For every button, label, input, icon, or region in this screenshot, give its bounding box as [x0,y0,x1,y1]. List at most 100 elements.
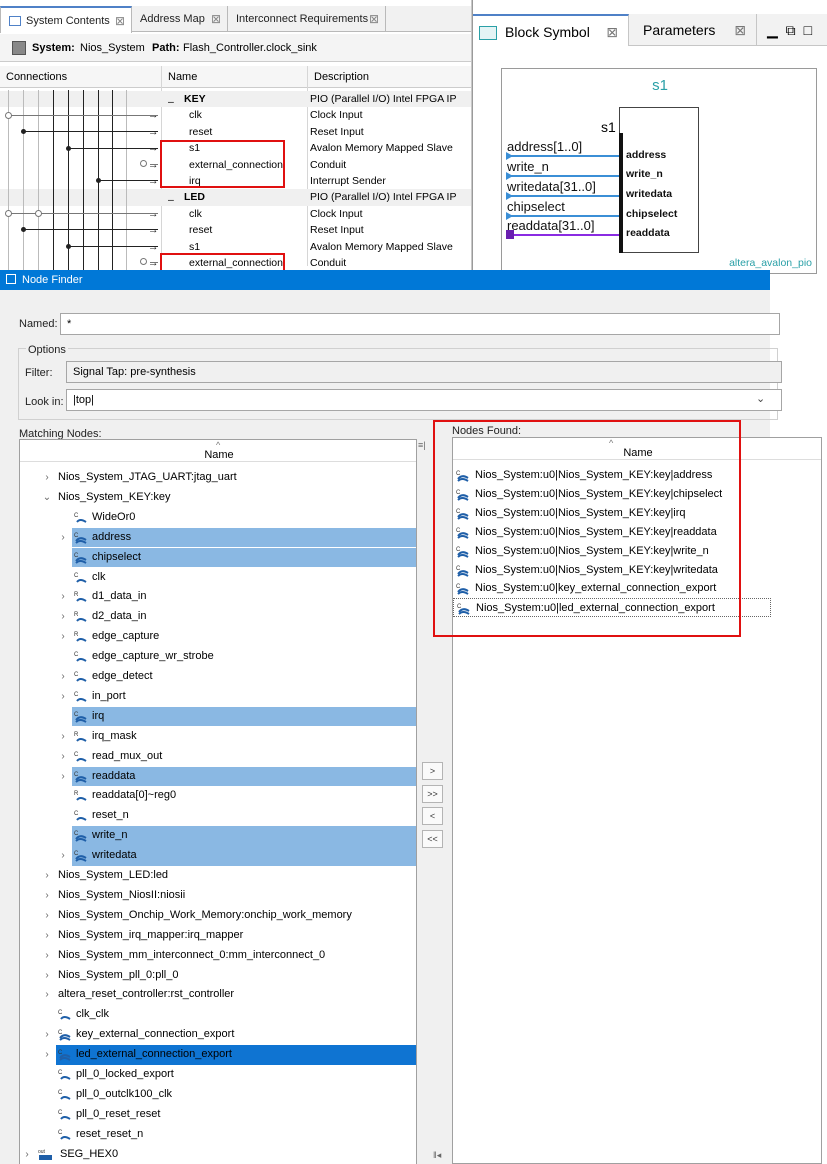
close-icon[interactable]: ⊠ [734,14,746,46]
tree-node[interactable]: Cpll_0_outclk100_clk [20,1085,416,1105]
tree-node[interactable]: › Redge_capture [20,627,416,647]
tree-node[interactable]: › Nios_System_NiosII:niosii [20,886,416,906]
chevron-right-icon[interactable]: › [42,946,52,965]
path-value: Flash_Controller.clock_sink [183,42,317,54]
tree-node[interactable]: › altera_reset_controller:rst_controller [20,985,416,1005]
component-row[interactable]: – LED PIO (Parallel I/O) Intel FPGA IP [0,189,471,206]
system-label: System: [32,42,75,54]
node-finder-titlebar: Node Finder [0,270,770,290]
chevron-right-icon[interactable]: › [42,926,52,945]
tree-node[interactable]: › Nios_System_Onchip_Work_Memory:onchip_w… [20,906,416,926]
tree-node[interactable]: › Cled_external_connection_export [45,1045,416,1065]
sort-icon: ^ [216,440,221,450]
tree-node[interactable]: › Cread_mux_out [20,747,416,767]
tree-name-column[interactable]: ^ Name [20,440,416,462]
remove-all-button[interactable]: << [422,829,443,848]
connections-column[interactable]: Connections [6,66,67,88]
close-icon[interactable]: ⊠ [211,6,221,32]
tree-node[interactable]: › Rd2_data_in [20,607,416,627]
chevron-right-icon[interactable]: › [58,727,68,746]
system-contents-icon [9,16,21,27]
named-input[interactable]: * [60,313,780,335]
system-path-bar: System: Nios_System Path: Flash_Controll… [0,34,471,62]
chevron-right-icon[interactable]: › [58,767,68,786]
tree-node[interactable]: › Ckey_external_connection_export [20,1025,416,1045]
description-column[interactable]: Description [314,66,369,88]
tree-node[interactable]: › Rirq_mask [20,727,416,747]
chevron-right-icon[interactable]: › [42,866,52,885]
chevron-right-icon[interactable]: › [22,1145,32,1164]
tree-node-label: reset_reset_n [76,1127,144,1140]
tab-parameters[interactable]: Parameters ⊠ [629,14,757,46]
tree-node[interactable]: Cpll_0_locked_export [20,1065,416,1085]
close-icon[interactable]: ⊠ [115,8,125,34]
add-selected-button[interactable]: > [422,762,443,780]
tree-node[interactable]: › Rd1_data_in [20,587,416,607]
chevron-right-icon[interactable]: › [42,985,52,1004]
restore-icon[interactable]: ⧉ [786,22,796,38]
tab-address-map[interactable]: Address Map ⊠ [132,6,228,32]
tree-node[interactable]: › Cin_port [20,687,416,707]
tree-node[interactable]: Cpll_0_reset_reset [20,1105,416,1125]
interface-row[interactable]: → reset Reset Input [0,222,471,238]
tree-node[interactable]: › out SEG_HEX0 [20,1145,416,1164]
tree-node[interactable]: Creset_reset_n [20,1125,416,1145]
tree-node[interactable]: Rreaddata[0]~reg0 [20,786,416,806]
tree-node[interactable]: Creset_n [20,806,416,826]
chevron-right-icon[interactable]: › [42,886,52,905]
tree-node[interactable]: Cchipselect [72,547,416,568]
remove-selected-button[interactable]: < [422,807,443,825]
chevron-right-icon[interactable]: › [58,667,68,686]
chevron-down-icon[interactable]: ⌄ [42,488,52,507]
close-icon[interactable]: ⊠ [369,6,379,32]
row-description: Conduit [310,158,347,171]
tree-node[interactable]: › Cwritedata [61,846,416,866]
tab-block-symbol[interactable]: Block Symbol ⊠ [473,14,629,46]
chevron-right-icon[interactable]: › [42,468,52,487]
tree-node[interactable]: › Nios_System_JTAG_UART:jtag_uart [20,468,416,488]
close-icon[interactable]: ⊠ [606,16,618,48]
tree-node[interactable]: C WideOr0 [20,508,416,528]
tree-node[interactable]: Cclk [20,568,416,588]
chevron-right-icon[interactable]: › [58,528,68,547]
tab-interconnect-requirements[interactable]: Interconnect Requirements ⊠ [228,6,386,32]
chevron-right-icon[interactable]: › [42,966,52,985]
chevron-right-icon[interactable]: › [58,846,68,865]
maximize-icon[interactable]: □ [804,22,812,38]
chevron-right-icon[interactable]: › [58,687,68,706]
component-row[interactable]: – KEY PIO (Parallel I/O) Intel FPGA IP [0,91,471,108]
tree-node[interactable]: Cclk_clk [20,1005,416,1025]
tree-node[interactable]: ⌄ Nios_System_KEY:key [20,488,416,508]
name-column[interactable]: Name [168,66,197,88]
tree-node-label: chipselect [92,550,141,563]
tree-node[interactable]: Cedge_capture_wr_strobe [20,647,416,667]
chevron-right-icon[interactable]: › [58,747,68,766]
tree-node[interactable]: Cirq [72,706,416,727]
chevron-right-icon[interactable]: › [58,587,68,606]
minimize-icon[interactable]: ▁ [767,22,778,38]
chevron-right-icon[interactable]: › [42,1025,52,1044]
chevron-down-icon[interactable]: ⌄ [756,392,765,405]
chevron-right-icon[interactable]: › [42,1045,52,1064]
tree-node[interactable]: › Nios_System_LED:led [20,866,416,886]
combinational-node-icon: C [74,650,87,663]
arrow-icon: → [148,224,159,237]
tree-node[interactable]: Cwrite_n [72,826,416,846]
tree-node[interactable]: › Nios_System_irq_mapper:irq_mapper [20,926,416,946]
add-all-button[interactable]: >> [422,784,443,803]
tree-node[interactable]: › Cedge_detect [20,667,416,687]
tree-node[interactable]: › Nios_System_pll_0:pll_0 [20,966,416,986]
look-in-input[interactable]: |top| [66,389,782,411]
chevron-right-icon[interactable]: › [42,906,52,925]
chevron-right-icon[interactable]: › [58,627,68,646]
tab-system-contents[interactable]: System Contents ⊠ [0,6,132,33]
tree-node[interactable]: › Nios_System_mm_interconnect_0:mm_interc… [20,946,416,966]
tree-node-label: d1_data_in [92,590,147,603]
tree-node[interactable]: › Caddress [61,527,416,548]
bus-node-icon: C [74,829,87,843]
chevron-right-icon[interactable]: › [58,607,68,626]
filter-select[interactable]: Signal Tap: pre-synthesis [66,361,782,383]
tree-node[interactable]: › Creaddata [61,766,416,787]
splitter-icon[interactable]: ≡| [418,440,426,450]
splitter-bottom-icon[interactable]: ‖◂ [433,1150,441,1161]
